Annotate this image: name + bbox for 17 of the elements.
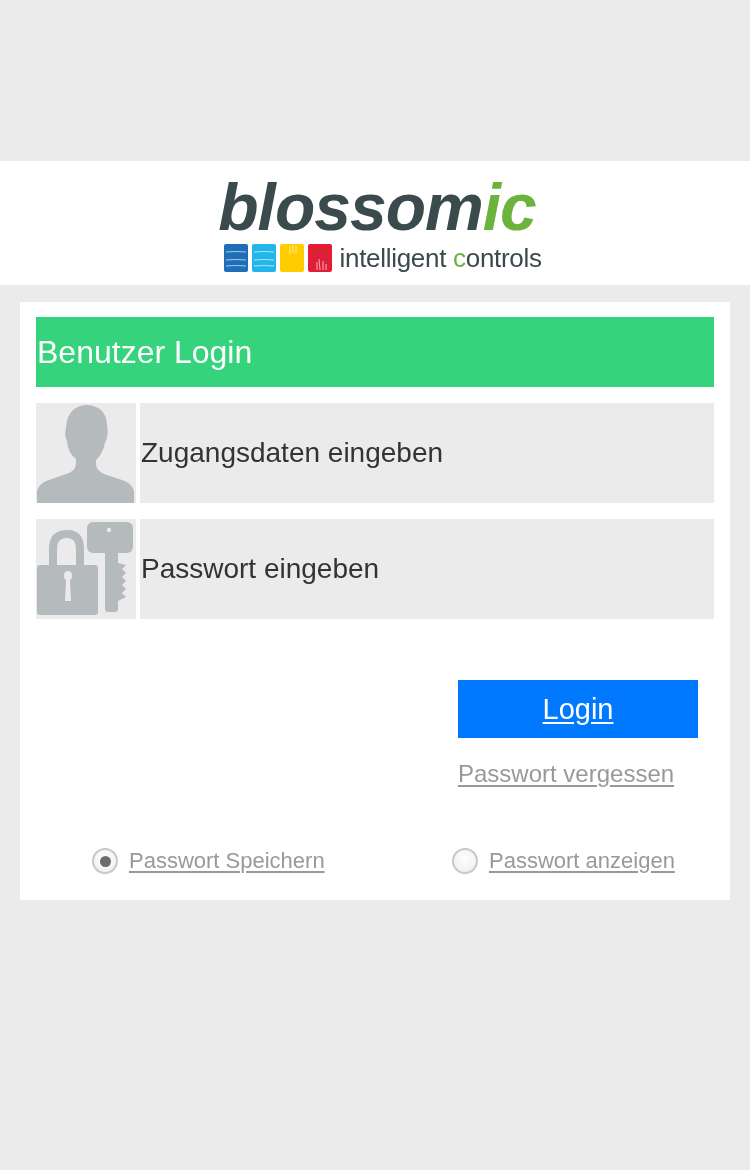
option-label[interactable]: Passwort anzeigen bbox=[489, 848, 675, 874]
lock-and-key-icon bbox=[36, 519, 136, 619]
username-field[interactable]: Zugangsdaten eingeben bbox=[140, 403, 714, 503]
login-button[interactable]: Login bbox=[458, 680, 698, 738]
login-title-bar: Benutzer Login bbox=[36, 317, 714, 387]
logo-wordmark: blossomic bbox=[218, 174, 536, 240]
radio-button[interactable] bbox=[452, 848, 478, 874]
logo-tile-icon bbox=[307, 244, 332, 272]
password-field[interactable]: Passwort eingeben bbox=[140, 519, 714, 619]
radio-button[interactable] bbox=[92, 848, 118, 874]
logo-tile-icon bbox=[223, 244, 248, 272]
logo-tile-icon bbox=[251, 244, 276, 272]
forgot-password-link[interactable]: Passwort vergessen bbox=[458, 760, 675, 788]
logo-tagline: intelligent controls bbox=[339, 244, 542, 272]
option-label[interactable]: Passwort Speichern bbox=[129, 848, 325, 874]
user-icon bbox=[36, 403, 136, 503]
logo-tile-icon bbox=[279, 244, 304, 272]
